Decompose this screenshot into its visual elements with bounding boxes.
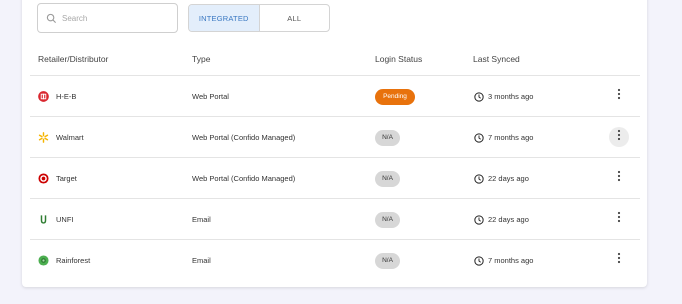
retailer-cell: UNFI <box>38 199 74 240</box>
login-status-cell: N/A <box>375 117 400 158</box>
type-cell: Email <box>192 215 211 224</box>
last-synced-cell: 3 months ago <box>474 76 533 117</box>
more-vertical-icon <box>617 251 621 269</box>
table-row[interactable]: Target Web Portal (Confido Managed) N/A … <box>30 157 640 199</box>
table-row[interactable]: Rainforest Email N/A 7 months ago <box>30 239 640 281</box>
search-input[interactable] <box>62 13 172 23</box>
status-badge: N/A <box>375 170 400 187</box>
last-synced-text: 7 months ago <box>488 133 534 142</box>
table-row[interactable]: UNFI Email N/A 22 days ago <box>30 198 640 240</box>
row-menu-button[interactable] <box>609 127 629 147</box>
header-login-status: Login Status <box>375 54 423 64</box>
header-last-synced: Last Synced <box>473 54 520 64</box>
row-menu-button[interactable] <box>609 86 629 106</box>
login-status-cell: N/A <box>375 240 400 281</box>
row-menu-button[interactable] <box>609 250 629 270</box>
login-status-cell: N/A <box>375 158 400 199</box>
last-synced-text: 22 days ago <box>488 174 529 183</box>
row-menu-button[interactable] <box>609 209 629 229</box>
retailer-cell: Walmart <box>38 117 84 158</box>
type-cell: Web Portal <box>192 92 229 101</box>
status-badge: N/A <box>375 129 400 146</box>
target-bullseye-icon <box>38 173 49 184</box>
last-synced-cell: 22 days ago <box>474 158 529 199</box>
walmart-spark-icon <box>38 132 49 143</box>
type-cell: Web Portal (Confido Managed) <box>192 174 296 183</box>
type-cell: Web Portal (Confido Managed) <box>192 133 296 142</box>
header-type: Type <box>192 54 211 64</box>
retailer-cell: H-E-B <box>38 76 76 117</box>
rainforest-logo-icon <box>38 255 49 266</box>
table-row[interactable]: Walmart Web Portal (Confido Managed) N/A… <box>30 116 640 158</box>
clock-icon <box>474 173 484 184</box>
integration-filter-toggle: INTEGRATED ALL <box>188 4 330 32</box>
clock-icon <box>474 255 484 266</box>
more-vertical-icon <box>617 87 621 105</box>
status-badge: N/A <box>375 211 400 228</box>
clock-icon <box>474 132 484 143</box>
search-icon <box>46 13 57 24</box>
retailer-name: H-E-B <box>56 92 77 101</box>
toggle-integrated[interactable]: INTEGRATED <box>189 5 259 31</box>
status-badge: N/A <box>375 252 400 269</box>
last-synced-text: 7 months ago <box>488 256 534 265</box>
retailer-name: Walmart <box>56 133 84 142</box>
login-status-cell: N/A <box>375 199 400 240</box>
login-status-cell: Pending <box>375 76 415 117</box>
clock-icon <box>474 91 484 102</box>
search-box[interactable] <box>37 3 178 33</box>
retailer-name: Rainforest <box>56 256 91 265</box>
more-vertical-icon <box>617 210 621 228</box>
type-cell: Email <box>192 256 211 265</box>
retailer-name: UNFI <box>56 215 74 224</box>
last-synced-cell: 22 days ago <box>474 199 529 240</box>
table-row[interactable]: H-E-B Web Portal Pending 3 months ago <box>30 75 640 117</box>
heb-logo-icon <box>38 91 49 102</box>
last-synced-text: 3 months ago <box>488 92 534 101</box>
status-badge: Pending <box>375 88 415 105</box>
more-vertical-icon <box>617 128 621 146</box>
more-vertical-icon <box>617 169 621 187</box>
last-synced-text: 22 days ago <box>488 215 529 224</box>
header-retailer: Retailer/Distributor <box>38 54 109 64</box>
row-menu-button[interactable] <box>609 168 629 188</box>
toggle-all[interactable]: ALL <box>258 5 330 31</box>
unfi-logo-icon <box>38 214 49 225</box>
last-synced-cell: 7 months ago <box>474 117 533 158</box>
retailer-cell: Rainforest <box>38 240 90 281</box>
last-synced-cell: 7 months ago <box>474 240 533 281</box>
clock-icon <box>474 214 484 225</box>
retailer-name: Target <box>56 174 77 183</box>
retailer-cell: Target <box>38 158 77 199</box>
